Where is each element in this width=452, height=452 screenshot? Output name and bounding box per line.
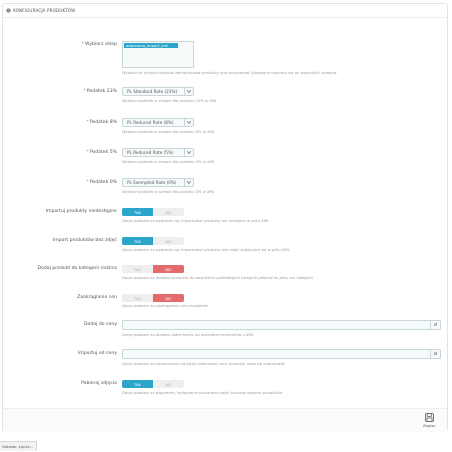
tax8-select[interactable]: PL Reduced Rate (8%): [122, 118, 194, 127]
add-to-price-label: Dodaj do ceny: [84, 322, 117, 327]
add-to-parent-help: Opcja pozwala na dodanie produktu do wsz…: [122, 276, 313, 280]
tax23-help: Wybierz podatek w sklepie dla podatku 23…: [122, 99, 218, 103]
tax23-select[interactable]: PL Standard Rate (23%): [122, 87, 194, 96]
tax5-help: Wybierz podatek w sklepie dla podatku 5%…: [122, 160, 215, 164]
panel-footer: Zapisz: [3, 408, 447, 433]
tax8-label: *Podatek 8%: [86, 120, 117, 125]
currency-addon: zł: [430, 321, 440, 329]
required-marker: *: [81, 42, 84, 47]
panel-heading: KONFIGURACJA PRODUKTÓW: [3, 4, 447, 18]
tax8-help: Wybierz podatek w sklepie dla podatku 8%…: [122, 130, 215, 134]
save-button[interactable]: Zapisz: [421, 413, 437, 429]
chevron-down-icon: [184, 149, 193, 156]
add-to-parent-label: Dodaj produkt do kategorii rodzica: [37, 266, 117, 271]
panel-title: KONFIGURACJA PRODUKTÓW: [13, 8, 76, 13]
add-to-parent-switch[interactable]: TAK NIE: [122, 265, 184, 273]
stores-option-selected[interactable]: odarsoma_import_xml: [124, 43, 178, 48]
round-prices-switch[interactable]: TAK NIE: [122, 294, 184, 302]
gear-icon: [6, 8, 11, 13]
tax0-help: Wybierz podatek w sklepie dla podatku 0%…: [122, 190, 215, 194]
chevron-down-icon: [184, 179, 193, 186]
floppy-disk-icon: [424, 413, 434, 422]
switch-yes[interactable]: TAK: [122, 294, 153, 302]
switch-no[interactable]: NIE: [153, 237, 184, 245]
switch-yes[interactable]: TAK: [122, 208, 153, 216]
tax5-select[interactable]: PL Reduced Rate (5%): [122, 148, 194, 157]
chevron-down-icon: [184, 119, 193, 126]
round-prices-help: Opcja pozwala na zaokrąglenie cen produk…: [122, 304, 209, 308]
round-prices-label: Zaokrąglanie cen: [77, 295, 117, 300]
switch-yes[interactable]: TAK: [122, 237, 153, 245]
fetch-images-switch[interactable]: TAK NIE: [122, 380, 184, 388]
import-from-price-help: Opcja pozwala na ograniczenie od jakiej …: [122, 362, 286, 366]
import-from-price-input[interactable]: zł: [122, 349, 441, 359]
browser-status-bar: Gotowe. Łącze…: [0, 441, 37, 451]
switch-no[interactable]: NIE: [153, 294, 184, 302]
import-unavailable-switch[interactable]: TAK NIE: [122, 208, 184, 216]
import-unavailable-label: Importuj produkty niedostępne: [45, 209, 117, 214]
switch-no[interactable]: NIE: [153, 265, 184, 273]
switch-yes[interactable]: TAK: [122, 380, 153, 388]
stores-label: *Wybierz sklep: [81, 42, 117, 47]
import-no-images-switch[interactable]: TAK NIE: [122, 237, 184, 245]
import-from-price-label: Importuj od ceny: [77, 351, 117, 356]
import-no-images-help: Opcja pozwala na wybranie czy importować…: [122, 248, 290, 252]
tax0-select[interactable]: PL Exempted Rate (0%): [122, 178, 194, 187]
switch-yes[interactable]: TAK: [122, 265, 153, 273]
add-to-price-help: Opcja pozwala na dodanie stałej kwoty do…: [122, 333, 254, 337]
tax23-label: *Podatek 23%: [83, 89, 117, 94]
chevron-down-icon: [184, 88, 193, 95]
stores-multiselect[interactable]: odarsoma_import_xml: [122, 41, 194, 68]
save-button-label: Zapisz: [422, 423, 436, 428]
fetch-images-help: Opcja pozwala na włączenie / wyłączenie …: [122, 391, 283, 395]
fetch-images-label: Pobieraj zdjęcia: [81, 381, 117, 386]
tax0-label: *Podatek 0%: [86, 180, 117, 185]
currency-addon: zł: [430, 350, 440, 358]
import-unavailable-help: Opcja pozwala na wybranie czy importować…: [122, 219, 269, 223]
add-to-price-input[interactable]: zł: [122, 320, 441, 330]
stores-help: Wybierz do których sklepów zaimportować …: [122, 71, 337, 75]
configuration-panel: KONFIGURACJA PRODUKTÓW *Wybierz sklep od…: [2, 3, 448, 433]
import-no-images-label: Import produktów bez zdjęć: [52, 238, 117, 243]
switch-no[interactable]: NIE: [153, 208, 184, 216]
tax5-label: *Podatek 5%: [86, 150, 117, 155]
switch-no[interactable]: NIE: [153, 380, 184, 388]
